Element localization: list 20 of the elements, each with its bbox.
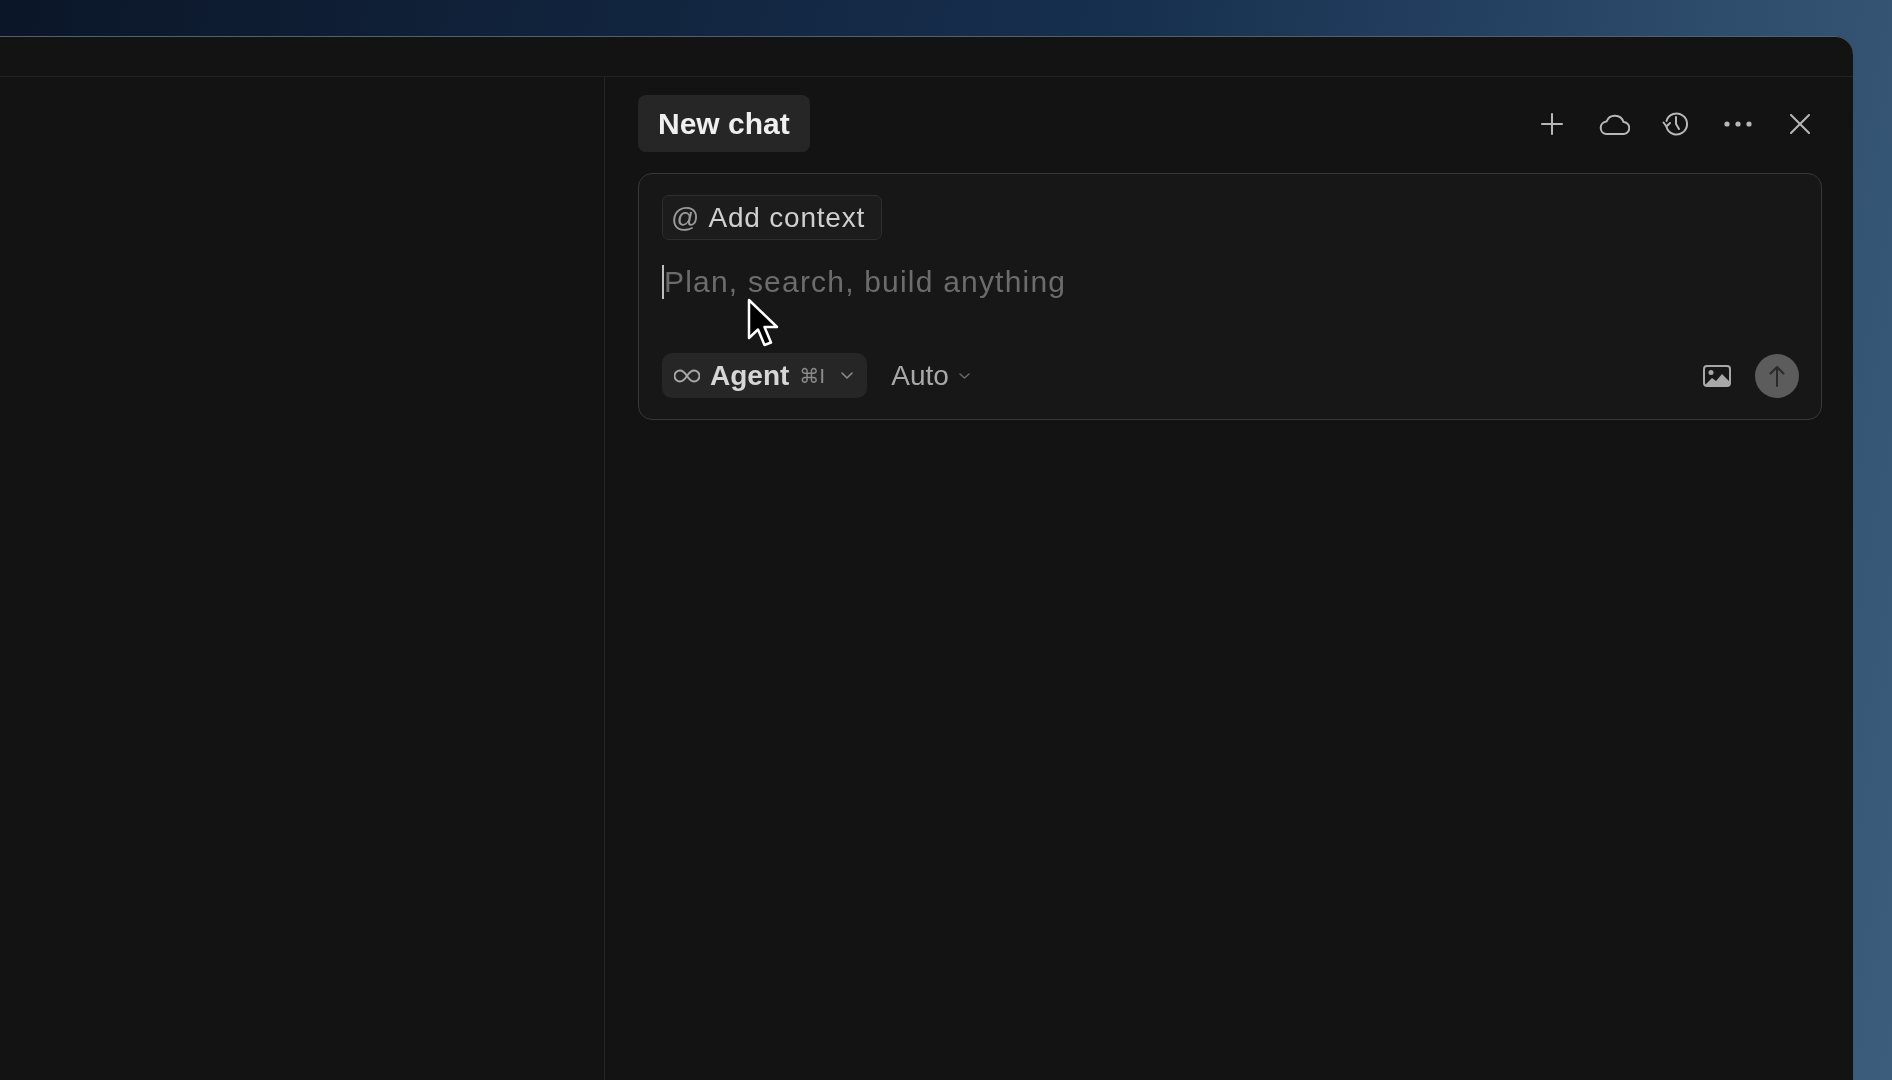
add-context-button[interactable]: @ Add context bbox=[662, 195, 883, 240]
infinity-icon bbox=[674, 368, 700, 383]
chevron-down-icon bbox=[958, 372, 970, 379]
at-sign-icon: @ bbox=[671, 201, 700, 234]
model-dropdown[interactable]: Auto bbox=[891, 353, 970, 398]
mode-dropdown[interactable]: Agent ⌘I bbox=[662, 353, 868, 398]
message-input-field[interactable]: Plan, search, build anything bbox=[664, 265, 1799, 299]
ellipsis-icon bbox=[1724, 120, 1752, 127]
send-button[interactable] bbox=[1755, 353, 1799, 398]
arrow-up-icon bbox=[1769, 364, 1785, 387]
history-icon bbox=[1662, 109, 1690, 138]
text-cursor-icon bbox=[662, 265, 664, 299]
keyboard-shortcut: ⌘I bbox=[799, 363, 826, 388]
mouse-pointer-icon bbox=[747, 298, 781, 348]
close-icon bbox=[1790, 113, 1810, 134]
chat-tab[interactable]: New chat bbox=[638, 95, 810, 152]
image-icon bbox=[1703, 364, 1731, 387]
chevron-down-icon bbox=[841, 372, 854, 379]
cloud-icon bbox=[1598, 112, 1630, 135]
plus-icon bbox=[1541, 112, 1563, 135]
